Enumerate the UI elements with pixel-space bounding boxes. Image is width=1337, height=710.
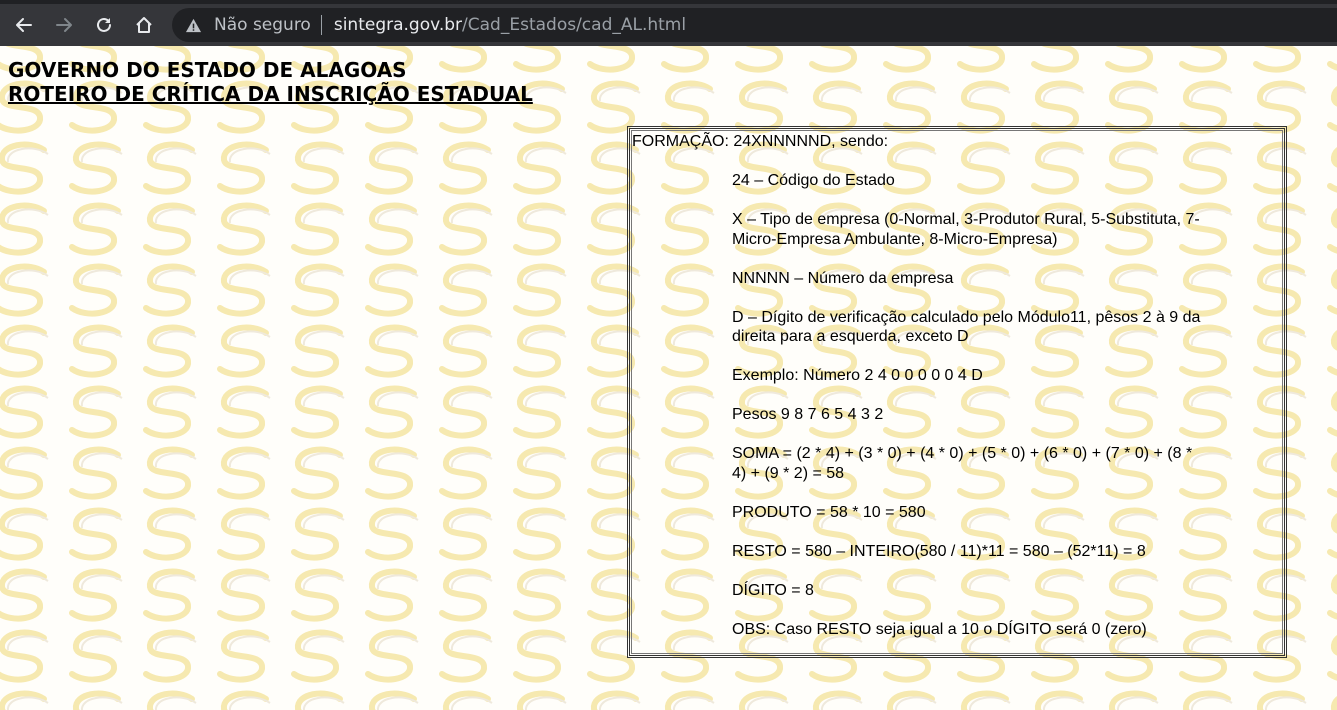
url-host[interactable]: sintegra.gov.br — [334, 15, 462, 35]
state-title: GOVERNO DO ESTADO DE ALAGOAS — [8, 58, 407, 82]
page-content: GOVERNO DO ESTADO DE ALAGOAS ROTEIRO DE … — [0, 46, 1337, 710]
reload-icon — [97, 17, 111, 32]
list-item: OBS: Caso RESTO seja igual a 10 o DÍGITO… — [732, 620, 1147, 638]
list-item: DÍGITO = 8 — [732, 581, 814, 599]
security-label[interactable]: Não seguro — [214, 15, 311, 35]
home-button[interactable] — [127, 8, 161, 42]
list-item: X – Tipo de empresa (0-Normal, 3-Produto… — [732, 211, 1200, 248]
forward-button[interactable] — [47, 8, 81, 42]
arrow-left-icon — [16, 18, 32, 32]
list-item: RESTO = 580 – INTEIRO(580 / 11)*11 = 580… — [732, 542, 1146, 560]
formation-box: FORMAÇÃO: 24XNNNNND, sendo: 24 – Código … — [627, 126, 1287, 658]
list-item: 24 – Código do Estado — [732, 172, 895, 189]
page-heading: GOVERNO DO ESTADO DE ALAGOAS ROTEIRO DE … — [8, 58, 533, 106]
browser-toolbar: Não seguro sintegra.gov.br/Cad_Estados/c… — [0, 0, 1337, 46]
warning-icon[interactable] — [184, 16, 202, 34]
home-icon — [136, 17, 152, 33]
list-item: NNNNN – Número da empresa — [732, 269, 954, 287]
arrow-right-icon — [56, 18, 72, 32]
address-bar[interactable]: Não seguro sintegra.gov.br/Cad_Estados/c… — [172, 8, 1337, 42]
reload-button[interactable] — [87, 8, 121, 42]
list-item: Exemplo: Número 2 4 0 0 0 0 0 4 D — [732, 367, 983, 384]
list-item: PRODUTO = 58 * 10 = 580 — [732, 503, 926, 521]
divider — [320, 15, 322, 35]
formation-items: 24 – Código do Estado X – Tipo de empres… — [732, 171, 1202, 659]
back-button[interactable] — [7, 8, 41, 42]
formation-intro: FORMAÇÃO: 24XNNNNND, sendo: — [632, 133, 889, 150]
list-item: D – Dígito de verificação calculado pelo… — [732, 308, 1201, 346]
list-item: Pesos 9 8 7 6 5 4 3 2 — [732, 406, 884, 423]
url-path[interactable]: /Cad_Estados/cad_AL.html — [462, 15, 686, 35]
document-title: ROTEIRO DE CRÍTICA DA INSCRIÇÃO ESTADUAL — [8, 82, 533, 106]
list-item: SOMA = (2 * 4) + (3 * 0) + (4 * 0) + (5 … — [732, 445, 1193, 482]
